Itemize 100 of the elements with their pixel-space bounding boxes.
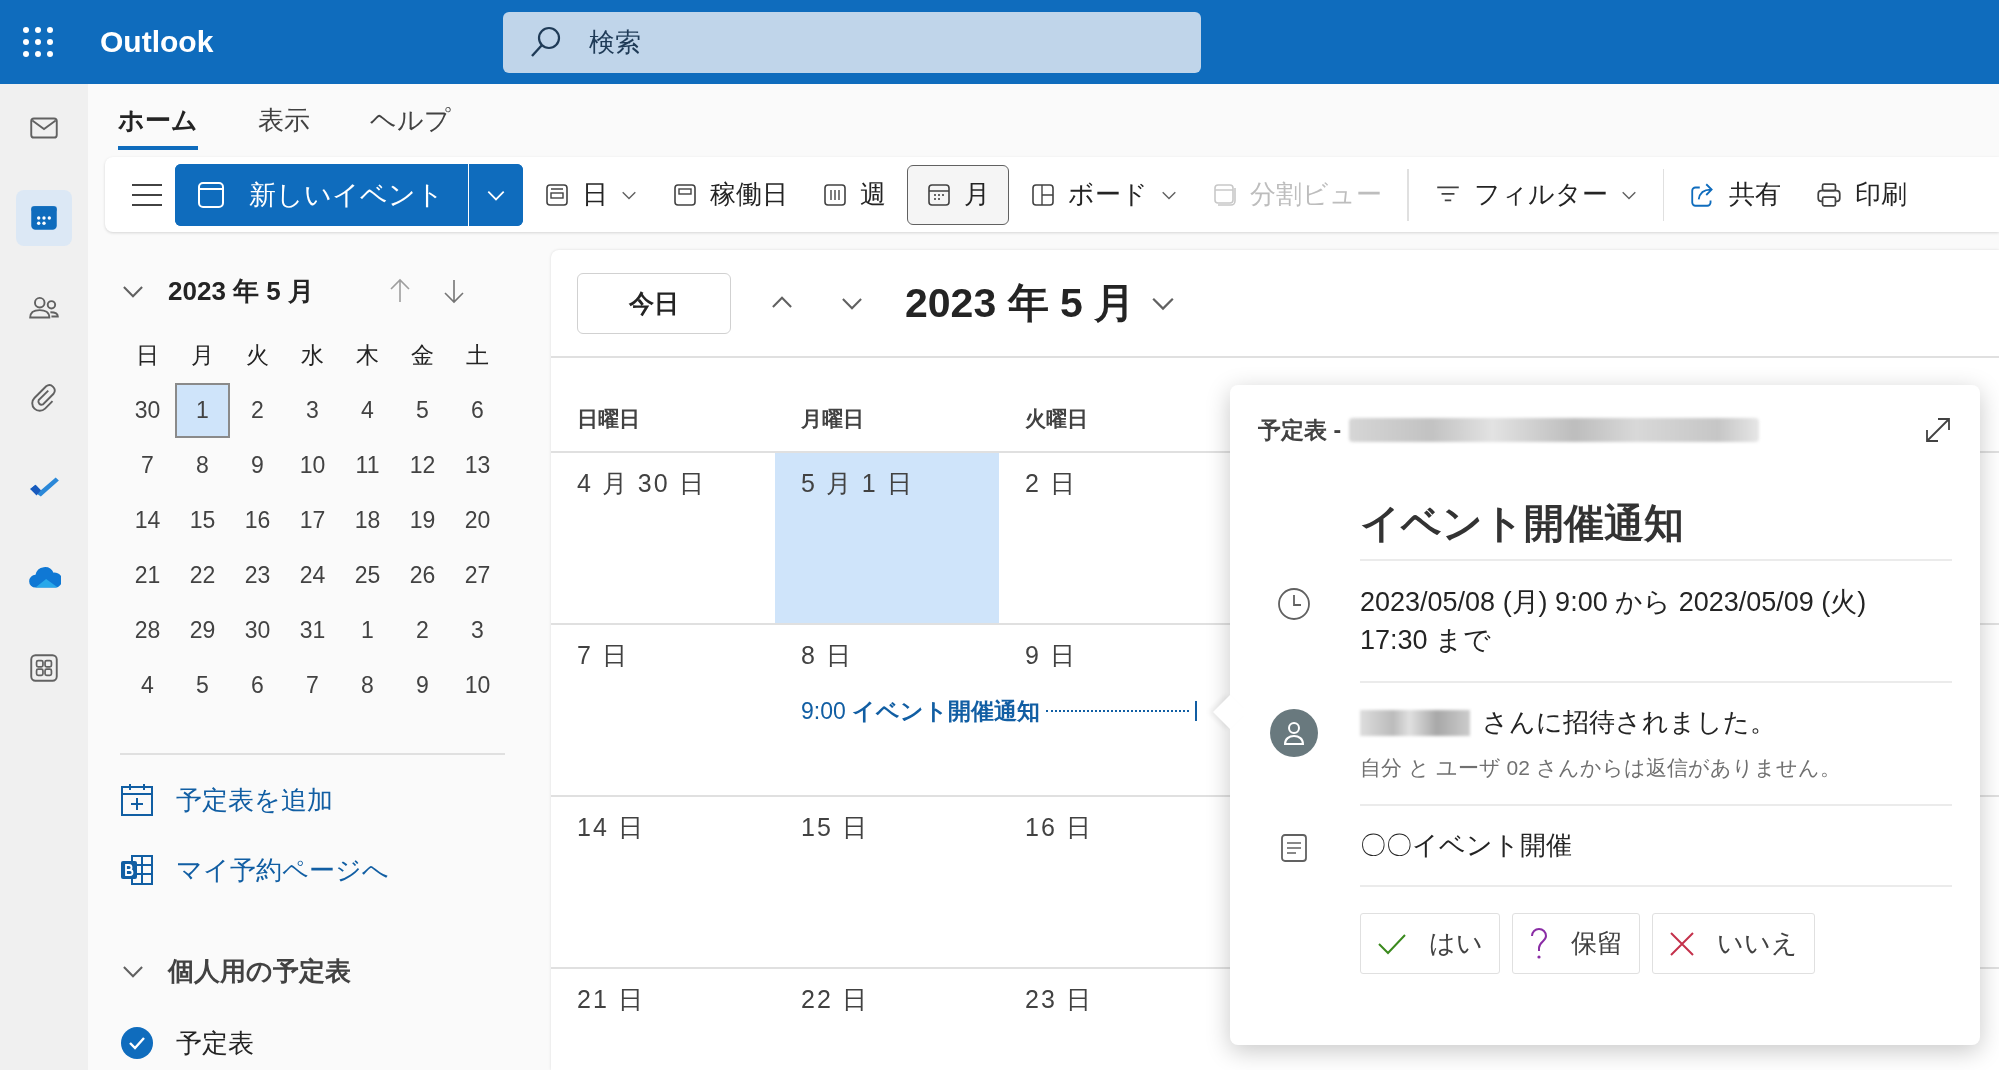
mini-calendar-day[interactable]: 7 [285,658,340,713]
view-button[interactable]: 日 [531,164,651,225]
toolbar-button[interactable]: 共有 [1676,164,1794,225]
mini-calendar-day[interactable]: 2 [230,383,285,438]
mini-calendar-title: 2023 年 5 月 [168,274,315,308]
menu-icon[interactable] [131,182,163,207]
mini-calendar-day[interactable]: 10 [450,658,505,713]
mini-calendar-day[interactable]: 8 [340,658,395,713]
event-item[interactable]: 9:00 イベント開催通知 [795,695,1197,727]
mini-calendar-day[interactable]: 6 [230,658,285,713]
weekday-label: 火 [245,341,270,370]
bookings-icon [120,853,154,887]
mini-calendar-day[interactable]: 9 [395,658,450,713]
workweek-view-icon [672,181,698,208]
calendar-name[interactable]: 予定表 [176,1025,254,1061]
date-label: 16 日 [1025,813,1093,841]
day-view-icon [544,181,570,208]
new-event-dropdown[interactable] [468,163,523,226]
mini-calendar-day[interactable]: 13 [450,438,505,493]
split-view-icon [1212,181,1238,208]
weekday-label: 水 [300,341,325,370]
mini-calendar-day[interactable]: 2 [395,603,450,658]
weekday-header: 火曜日 [1024,406,1089,432]
mini-calendar-day[interactable]: 21 [120,548,175,603]
mini-calendar-day[interactable]: 28 [120,603,175,658]
mini-calendar-day[interactable]: 1 [340,603,395,658]
ribbon-tab[interactable]: 表示 [258,103,310,150]
mini-calendar-day[interactable]: 9 [230,438,285,493]
mini-calendar-day[interactable]: 27 [450,548,505,603]
calendar-icon [197,180,225,209]
mini-calendar-day[interactable]: 31 [285,603,340,658]
month-title: 2023 年 5 月 [905,278,1136,328]
clock-icon [1277,587,1311,621]
toolbar-button[interactable]: フィルター [1420,164,1651,225]
weekday-label: 金 [410,341,435,370]
mini-calendar-day[interactable]: 26 [395,548,450,603]
today-button[interactable]: 今日 [577,272,731,334]
apps-icon[interactable] [27,651,61,685]
week-view-icon [822,181,848,208]
mini-calendar-day[interactable]: 15 [175,493,230,548]
mini-calendar-day[interactable]: 4 [120,658,175,713]
date-label: 7 日 [577,641,629,669]
mini-calendar-day[interactable]: 8 [175,438,230,493]
ribbon-tab[interactable]: ホーム [118,103,198,150]
mini-calendar-day[interactable]: 30 [230,603,285,658]
mini-calendar-day[interactable]: 23 [230,548,285,603]
mini-calendar-day[interactable]: 3 [285,383,340,438]
sidebar-link[interactable]: マイ予約ページへ [176,852,389,888]
mini-calendar-day[interactable]: 16 [230,493,285,548]
board-view-icon [1030,181,1056,208]
mini-calendar-day[interactable]: 19 [395,493,450,548]
checkbox[interactable] [120,1026,154,1060]
notes-icon [1280,832,1308,863]
view-button[interactable]: 稼働日 [659,164,801,225]
invite-text: さんに招待されました。 [1482,706,1776,739]
mini-calendar-day[interactable]: 4 [340,383,395,438]
mini-calendar-day[interactable]: 12 [395,438,450,493]
mini-calendar-day[interactable]: 6 [450,383,505,438]
mini-calendar-day[interactable]: 29 [175,603,230,658]
avatar-icon [1270,709,1318,757]
expand-icon[interactable] [1924,416,1952,444]
mini-calendar-day[interactable]: 10 [285,438,340,493]
ribbon-tab[interactable]: ヘルプ [370,103,451,150]
mini-calendar-day[interactable]: 18 [340,493,395,548]
weekday-header: 日曜日 [576,406,641,432]
date-label: 23 日 [1025,985,1093,1013]
mini-calendar-day[interactable]: 14 [120,493,175,548]
mini-calendar-day[interactable]: 17 [285,493,340,548]
mini-calendar-day[interactable]: 5 [395,383,450,438]
view-button[interactable]: ボード [1017,164,1191,225]
mini-calendar-day[interactable]: 5 [175,658,230,713]
section-title[interactable]: 個人用の予定表 [168,953,351,989]
response-button[interactable]: 保留 [1512,913,1640,974]
date-label: 9 日 [1025,641,1077,669]
mini-calendar-day[interactable]: 24 [285,548,340,603]
mini-calendar-day[interactable]: 20 [450,493,505,548]
mini-calendar-day[interactable]: 7 [120,438,175,493]
mini-calendar-day[interactable]: 30 [120,383,175,438]
toolbar-button[interactable]: 印刷 [1802,164,1920,225]
view-button[interactable]: 週 [809,164,899,225]
search-field[interactable]: 検索 [503,11,1202,73]
mini-calendar-day[interactable]: 22 [175,548,230,603]
date-label: 21 日 [577,985,645,1013]
close-icon [1669,930,1695,957]
response-note: 自分 と ユーザ 02 さんからは返信がありません。 [1360,755,1841,781]
date-label: 5 月 1 日 [801,469,914,497]
app-title: Outlook [100,25,214,59]
app-launcher-icon[interactable] [22,26,54,58]
weekday-label: 木 [355,341,380,370]
view-button[interactable]: 月 [907,164,1009,225]
mini-calendar-day[interactable]: 25 [340,548,395,603]
weekday-label: 土 [465,341,490,370]
mini-calendar-day[interactable]: 11 [340,438,395,493]
response-button[interactable]: はい [1360,913,1500,974]
mini-calendar-day[interactable]: 3 [450,603,505,658]
sidebar-link[interactable]: 予定表を追加 [176,782,333,818]
response-button[interactable]: いいえ [1652,913,1815,974]
mini-calendar-day[interactable]: 1 [175,383,230,438]
arrow-down-icon[interactable] [442,278,466,304]
arrow-up-icon[interactable] [388,278,412,304]
